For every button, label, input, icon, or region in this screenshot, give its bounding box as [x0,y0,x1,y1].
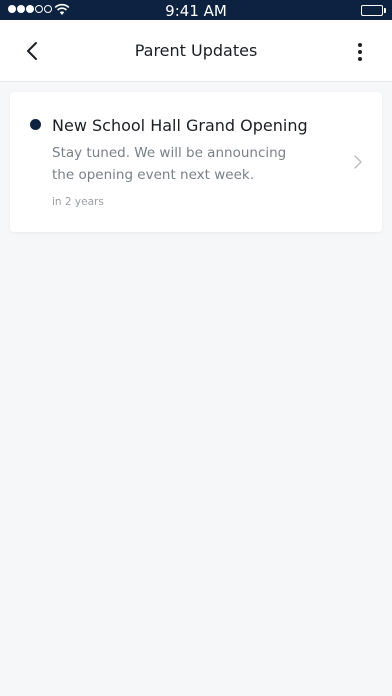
update-title: New School Hall Grand Opening [52,116,308,135]
status-time: 9:41 AM [165,2,227,20]
navigation-bar: Parent Updates [0,20,392,82]
update-body: Stay tuned. We will be announcing the op… [52,145,287,183]
update-card[interactable]: New School Hall Grand Opening Stay tuned… [10,92,382,232]
status-bar: 9:41 AM [0,0,392,20]
chevron-right-icon [354,155,362,169]
more-options-button[interactable] [350,40,370,64]
unread-indicator [30,119,41,130]
page-title: Parent Updates [134,41,258,60]
more-vertical-icon [358,43,362,47]
battery-icon [361,5,386,16]
update-time: in 2 years [52,196,104,208]
